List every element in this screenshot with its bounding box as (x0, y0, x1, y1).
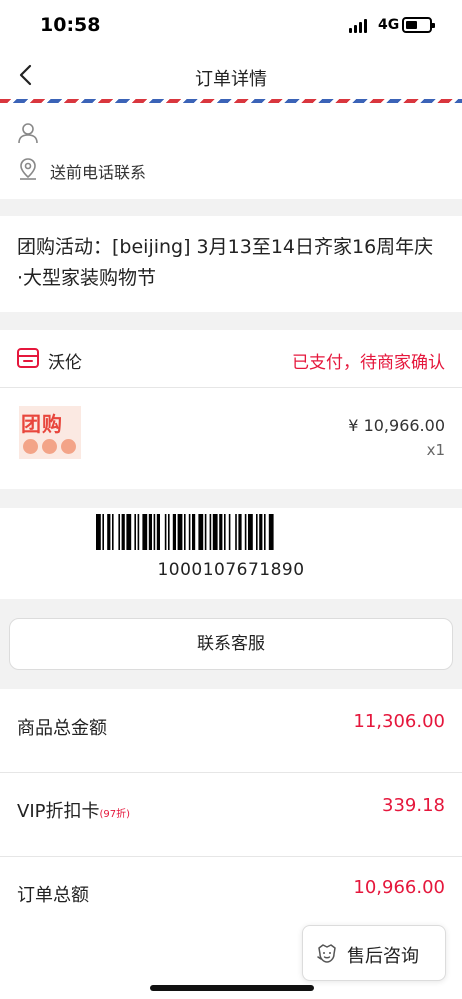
summary-row-vip-discount: VIP折扣卡(97折) 339.18 (0, 773, 462, 857)
barcode-bar (177, 514, 183, 550)
after-sale-button[interactable]: 售后咨询 (302, 925, 446, 981)
section-gap (0, 312, 462, 330)
barcode-bar (244, 514, 247, 550)
barcode-bar (168, 514, 170, 550)
product-price: ¥ 10,966.00 (348, 416, 445, 435)
contact-section: 联系客服 (0, 599, 462, 689)
section-gap (0, 489, 462, 508)
battery-icon (402, 17, 435, 33)
barcode-bar (164, 514, 167, 550)
summary-row-goods-total: 商品总金额 11,306.00 (0, 689, 462, 773)
barcode-bar (188, 514, 191, 550)
barcode-bar (192, 514, 196, 550)
section-gap (0, 199, 462, 216)
summary-label: 商品总金额 (17, 718, 107, 739)
barcode-bar (126, 514, 132, 550)
barcode-bar (212, 514, 218, 550)
barcode-bar (248, 514, 253, 550)
barcode-image (96, 514, 274, 550)
network-type: 4G (378, 17, 400, 33)
barcode-bar (184, 514, 186, 550)
barcode-bar (118, 514, 120, 550)
barcode-bar (142, 514, 148, 550)
barcode-bar (148, 514, 152, 550)
summary-label-text: VIP折扣卡 (17, 801, 100, 822)
product-item[interactable]: 团购 ¥ 10,966.00 x1 (0, 389, 462, 489)
barcode-bar (102, 514, 104, 550)
barcode-bar (172, 514, 176, 550)
barcode-bar (259, 514, 263, 550)
barcode-bar (134, 514, 136, 550)
home-indicator (150, 985, 314, 991)
summary-value: 10,966.00 (353, 877, 445, 898)
barcode-bar (204, 514, 207, 550)
status-bar: 10:58 4G (0, 0, 462, 52)
barcode-bar (121, 514, 125, 550)
activity-line-2: ·大型家装购物节 (17, 267, 157, 289)
store-icon (17, 348, 39, 368)
barcode-bar (256, 514, 258, 550)
thumbnail-label: 团购 (21, 412, 63, 436)
status-time: 10:58 (40, 14, 101, 36)
activity-line-1: 团购活动：[beijing] 3月13至14日齐家16周年庆 (17, 236, 434, 258)
barcode-number: 1000107671890 (157, 560, 305, 580)
signal-icon (349, 19, 367, 33)
barcode-bar (209, 514, 212, 550)
product-quantity: x1 (426, 441, 445, 459)
barcode-bar (198, 514, 204, 550)
store-name: 沃伦 (48, 353, 82, 373)
barcode-bar (153, 514, 156, 550)
activity-title: 团购活动：[beijing] 3月13至14日齐家16周年庆 ·大型家装购物节 (0, 216, 462, 312)
nav-bar: 订单详情 (0, 52, 462, 99)
address-section: 送前电话联系 (0, 103, 462, 199)
barcode-bar (224, 514, 226, 550)
barcode-bar (107, 514, 111, 550)
barcode-bar (264, 514, 266, 550)
barcode-bar (137, 514, 140, 550)
barcode-section: 1000107671890 (0, 508, 462, 599)
barcode-bar (96, 514, 101, 550)
page-title: 订单详情 (195, 69, 267, 90)
location-pin-icon (20, 158, 36, 180)
after-sale-label: 售后咨询 (347, 946, 419, 967)
product-thumbnail: 团购 (19, 406, 81, 459)
barcode-bar (112, 514, 114, 550)
barcode-bar (268, 514, 274, 550)
order-status: 已支付，待商家确认 (292, 353, 445, 373)
discount-rate: (97折) (99, 809, 131, 820)
summary-value: 11,306.00 (353, 711, 445, 732)
barcode-bar (156, 514, 160, 550)
customer-service-icon (317, 944, 336, 963)
summary-value: 339.18 (382, 795, 445, 816)
store-row[interactable]: 沃伦 已支付，待商家确认 (0, 330, 462, 388)
summary-label: 订单总额 (17, 885, 89, 906)
barcode-bar (238, 514, 242, 550)
summary-label: VIP折扣卡(97折) (17, 797, 130, 823)
contact-service-button[interactable]: 联系客服 (9, 618, 453, 670)
barcode-bar (235, 514, 237, 550)
thumbnail-figures (23, 439, 76, 454)
barcode-bar (219, 514, 223, 550)
contact-note: 送前电话联系 (50, 163, 147, 182)
person-icon (18, 123, 38, 144)
barcode-bar (228, 514, 231, 550)
